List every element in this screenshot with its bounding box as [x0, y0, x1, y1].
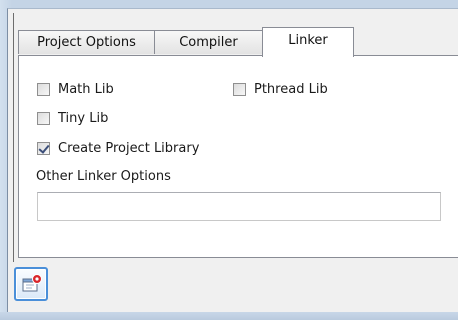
other-linker-options-input[interactable]: [37, 192, 441, 221]
left-border-line: [13, 13, 14, 265]
create-project-library-checkbox[interactable]: [37, 141, 50, 155]
math-lib-checkbox[interactable]: [37, 82, 50, 96]
math-lib-label: Math Lib: [58, 81, 114, 97]
close-window-button[interactable]: [14, 267, 48, 301]
bottom-toolbar: [8, 262, 458, 312]
window-bottom-frame: [0, 312, 458, 320]
linker-panel: Math Lib Pthread Lib Tiny Lib Create Pro…: [18, 55, 458, 258]
dialog-window: Project Options Compiler Linker Math Lib…: [0, 0, 458, 320]
pthread-lib-label: Pthread Lib: [254, 81, 328, 97]
tab-bar: Project Options Compiler Linker: [18, 27, 458, 57]
tiny-lib-option[interactable]: Tiny Lib: [37, 109, 108, 127]
pthread-lib-checkbox[interactable]: [233, 82, 246, 96]
tab-project-options[interactable]: Project Options: [18, 30, 155, 54]
tiny-lib-checkbox[interactable]: [37, 111, 50, 125]
tiny-lib-label: Tiny Lib: [58, 110, 109, 126]
tab-compiler[interactable]: Compiler: [154, 30, 263, 54]
math-lib-option[interactable]: Math Lib: [37, 80, 114, 98]
create-project-library-label: Create Project Library: [58, 140, 200, 156]
create-project-library-option[interactable]: Create Project Library: [37, 139, 199, 157]
tab-linker[interactable]: Linker: [262, 27, 354, 57]
other-linker-options-label: Other Linker Options: [36, 169, 171, 184]
pthread-lib-option[interactable]: Pthread Lib: [233, 80, 328, 98]
window-close-badge-icon: [22, 274, 42, 292]
